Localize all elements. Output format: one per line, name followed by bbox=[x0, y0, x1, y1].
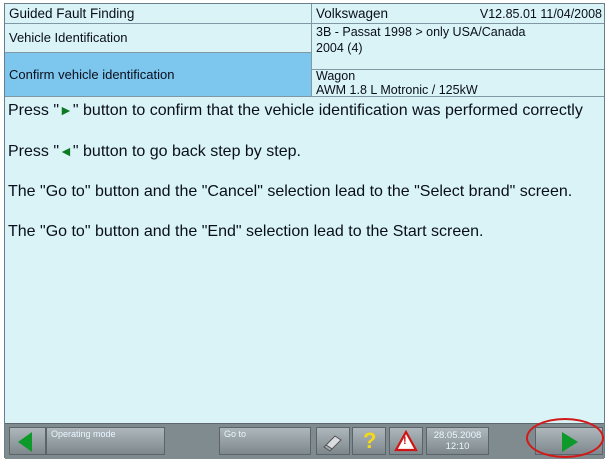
vehicle-model-cell: 3B - Passat 1998 > only USA/Canada 2004 … bbox=[312, 24, 604, 70]
warning-mark: ! bbox=[403, 435, 407, 447]
header-step: Confirm vehicle identification bbox=[5, 53, 312, 97]
vehicle-engine: AWM 1.8 L Motronic / 125kW bbox=[316, 83, 478, 97]
date-text: 28.05.2008 bbox=[433, 430, 482, 441]
goto-button[interactable]: Go to bbox=[219, 427, 311, 455]
operating-mode-button[interactable]: Operating mode bbox=[46, 427, 165, 455]
back-arrow-icon bbox=[18, 432, 32, 452]
help-question-icon: ? bbox=[363, 428, 377, 453]
instruction-confirm: Press "►" button to confirm that the veh… bbox=[8, 102, 583, 119]
vehicle-brand: Volkswagen bbox=[316, 6, 389, 21]
diagnostic-window: Guided Fault Finding Vehicle Identificat… bbox=[4, 3, 605, 459]
vehicle-year: 2004 (4) bbox=[316, 41, 363, 55]
vehicle-engine-cell: Wagon AWM 1.8 L Motronic / 125kW bbox=[312, 69, 604, 97]
instruction-end: The "Go to" button and the "End" selecti… bbox=[8, 223, 484, 240]
header-subtitle: Vehicle Identification bbox=[5, 24, 312, 53]
operating-mode-label: Operating mode bbox=[51, 429, 116, 439]
back-arrow-icon: ◄ bbox=[59, 143, 73, 159]
help-button[interactable]: ? bbox=[352, 427, 386, 455]
time-text: 12:10 bbox=[445, 441, 470, 452]
eraser-button[interactable] bbox=[316, 427, 350, 455]
highlight-circle bbox=[526, 418, 604, 458]
software-version: V12.85.01 11/04/2008 bbox=[479, 7, 602, 21]
instruction-cancel: The "Go to" button and the "Cancel" sele… bbox=[8, 183, 573, 200]
forward-arrow-icon: ► bbox=[59, 102, 73, 118]
header-title: Guided Fault Finding bbox=[5, 4, 312, 24]
vehicle-model: 3B - Passat 1998 > only USA/Canada bbox=[316, 25, 526, 39]
bottom-toolbar: Operating mode Go to ? ! 28.05.2008 12:1… bbox=[5, 423, 604, 459]
vehicle-brand-row: Volkswagen V12.85.01 11/04/2008 bbox=[312, 4, 604, 24]
eraser-icon bbox=[323, 435, 342, 452]
warning-button[interactable]: ! bbox=[389, 427, 423, 455]
vehicle-body: Wagon bbox=[316, 69, 356, 83]
instruction-back: Press "◄" button to go back step by step… bbox=[8, 143, 301, 160]
datetime-display: 28.05.2008 12:10 bbox=[426, 427, 489, 455]
goto-label: Go to bbox=[224, 429, 247, 439]
instruction-text: Press "►" button to confirm that the veh… bbox=[8, 100, 598, 262]
back-button[interactable] bbox=[9, 427, 46, 455]
